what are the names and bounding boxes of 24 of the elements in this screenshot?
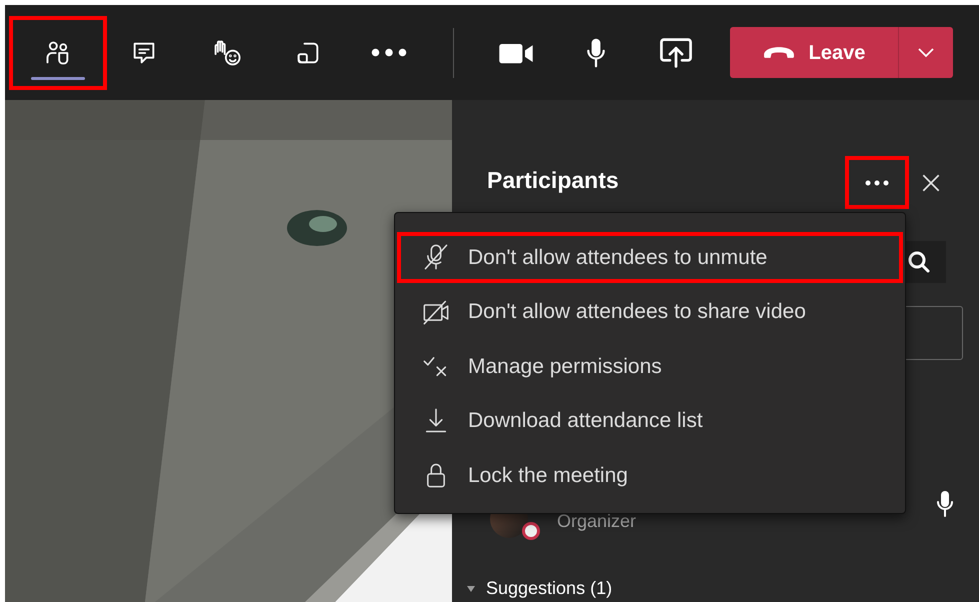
menu-item[interactable]: Lock the meeting xyxy=(395,448,905,502)
menu-item[interactable]: Don't allow attendees to share video xyxy=(395,284,905,339)
leave-button[interactable]: Leave xyxy=(730,27,953,78)
menu-item[interactable]: Download attendance list xyxy=(395,394,905,448)
caret-icon xyxy=(917,48,935,58)
selected-indicator xyxy=(31,76,85,80)
share-screen-icon xyxy=(659,36,693,68)
microphone-icon xyxy=(935,490,955,518)
suggestions-toggle[interactable]: Suggestions (1) xyxy=(466,575,612,602)
panel-title: Participants xyxy=(487,166,619,195)
more-icon xyxy=(864,180,890,186)
menu-item[interactable]: Manage permissions xyxy=(395,339,905,394)
microphone-off-icon xyxy=(422,243,450,272)
camera-off-icon xyxy=(422,298,450,326)
more-icon xyxy=(371,48,407,57)
participant-role: Organizer xyxy=(557,510,636,533)
caret-icon xyxy=(466,584,476,594)
search-icon xyxy=(907,250,931,274)
close-icon xyxy=(920,172,942,194)
status-icon xyxy=(522,522,540,540)
menu-item[interactable]: Don't allow attendees to unmute xyxy=(395,230,905,284)
microphone-icon xyxy=(585,36,607,68)
close-button[interactable] xyxy=(920,172,942,194)
hang-up-icon xyxy=(762,46,795,59)
